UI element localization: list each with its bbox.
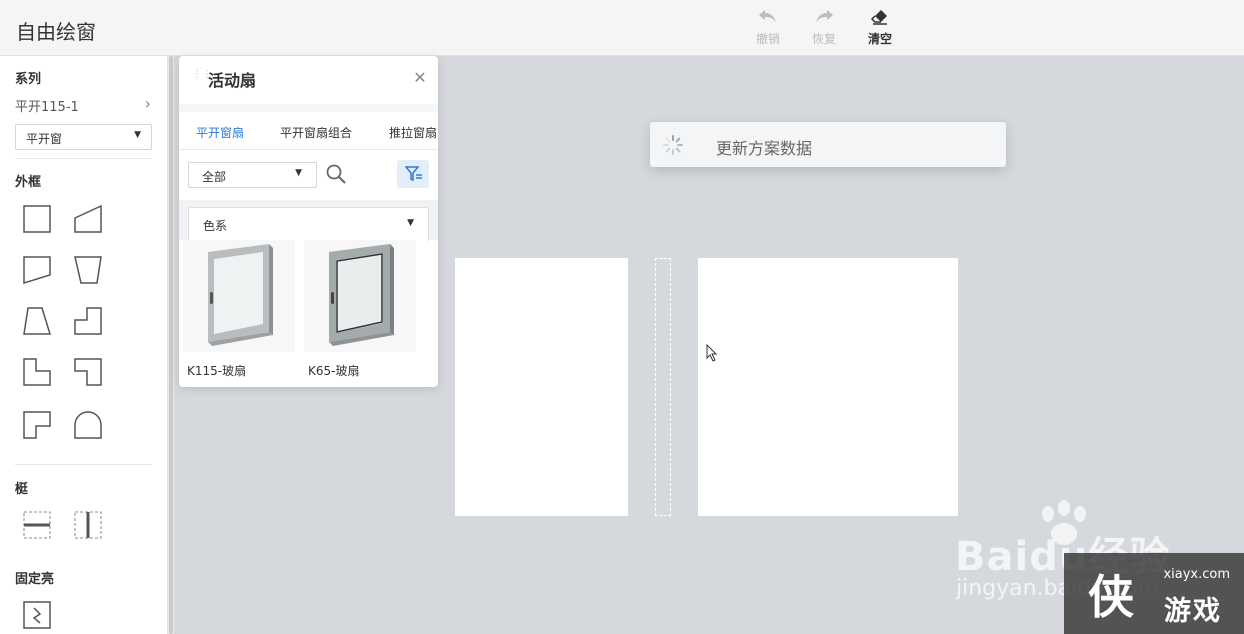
tab-sliding-sash[interactable]: 推拉窗扇 — [389, 124, 438, 141]
undo-label: 撤销 — [755, 32, 780, 46]
spinner-icon — [663, 135, 683, 155]
undo-button[interactable]: 撤销 — [746, 8, 790, 47]
slanted-bottom-shape-icon[interactable] — [22, 255, 52, 285]
series-selector[interactable]: 平开115-1 › — [15, 94, 151, 115]
eraser-icon — [858, 8, 902, 30]
vertical-mullion-icon[interactable] — [73, 510, 103, 540]
notched-right-shape-icon[interactable] — [73, 357, 103, 387]
mullion-placeholder[interactable] — [655, 258, 671, 516]
panel-tabs: 平开窗扇 平开窗扇组合 推拉窗扇 — [179, 112, 438, 150]
loading-toast: 更新方案数据 — [650, 122, 1006, 167]
active-sash-panel: ⋮⋮ 活动扇 ✕ 平开窗扇 平开窗扇组合 推拉窗扇 全部 ▼ 色系 ▼ K115… — [179, 56, 438, 387]
caret-down-icon: ▼ — [295, 168, 302, 178]
fixed-glass-icon[interactable] — [22, 600, 52, 630]
scrollbar-thumb[interactable] — [169, 56, 173, 634]
notched-top-left-shape-icon[interactable] — [22, 357, 52, 387]
left-sidebar: 系列 平开115-1 › 平开窗 ▼ 外框 梃 固定亮 — [0, 56, 168, 634]
undo-icon — [746, 8, 790, 30]
xiayx-domain: xiayx.com — [1163, 567, 1230, 582]
redo-button[interactable]: 恢复 — [802, 8, 846, 47]
xiayx-sub: 游戏 — [1164, 596, 1222, 627]
close-icon[interactable]: ✕ — [412, 70, 428, 86]
category-value: 全部 — [202, 170, 227, 184]
panel-header-separator — [179, 104, 438, 112]
mullion-title: 梃 — [15, 482, 29, 497]
caret-down-icon: ▼ — [407, 218, 414, 228]
product-card[interactable]: K65-玻扇 — [304, 240, 425, 379]
arch-shape-icon[interactable] — [73, 410, 103, 440]
sidebar-scrollbar[interactable] — [168, 56, 174, 634]
color-series-value: 色系 — [203, 219, 228, 233]
product-card[interactable]: K115-玻扇 — [183, 240, 304, 379]
outer-frame-title: 外框 — [15, 175, 42, 190]
xiayx-watermark: 侠 xiayx.com 游戏 — [1064, 553, 1244, 634]
drag-handle-icon[interactable]: ⋮⋮ — [192, 70, 212, 89]
tab-casement-sash-combo[interactable]: 平开窗扇组合 — [280, 124, 352, 141]
product-name: K65-玻扇 — [308, 364, 360, 378]
notched-top-right-shape-icon[interactable] — [73, 306, 103, 336]
window-pane-left[interactable] — [455, 258, 628, 516]
notched-bottom-right-shape-icon[interactable] — [22, 410, 52, 440]
trapezoid-shape-icon[interactable] — [73, 255, 103, 285]
mouse-cursor-icon — [706, 343, 718, 366]
top-bar: 自由绘窗 撤销 恢复 清空 — [0, 0, 1244, 56]
clear-button[interactable]: 清空 — [858, 8, 902, 47]
divider — [15, 158, 152, 159]
redo-icon — [802, 8, 846, 30]
filter-button[interactable] — [397, 160, 429, 188]
divider — [15, 464, 152, 465]
xiayx-logo-char: 侠 — [1088, 570, 1134, 624]
clear-label: 清空 — [867, 32, 892, 46]
horizontal-mullion-icon[interactable] — [22, 510, 52, 540]
panel-title: 活动扇 — [208, 71, 257, 90]
tab-casement-sash[interactable]: 平开窗扇 — [196, 124, 244, 141]
loading-text: 更新方案数据 — [716, 139, 813, 158]
chevron-right-icon: › — [144, 94, 151, 113]
funnel-icon — [405, 166, 422, 182]
window-pane-right[interactable] — [698, 258, 958, 516]
search-icon[interactable] — [325, 163, 347, 185]
sash-thumbnail — [183, 240, 295, 352]
caret-down-icon: ▼ — [134, 130, 141, 140]
series-title: 系列 — [15, 72, 42, 87]
series-value: 平开115-1 — [15, 100, 79, 115]
redo-label: 恢复 — [811, 32, 836, 46]
product-name: K115-玻扇 — [187, 364, 247, 378]
sash-thumbnail — [304, 240, 416, 352]
window-type-select[interactable]: 平开窗 ▼ — [15, 124, 152, 150]
fixed-light-title: 固定亮 — [15, 572, 55, 587]
trapezoid-left-shape-icon[interactable] — [22, 306, 52, 336]
slanted-top-shape-icon[interactable] — [73, 204, 103, 234]
window-type-value: 平开窗 — [26, 132, 63, 146]
app-title: 自由绘窗 — [16, 20, 96, 44]
square-shape-icon[interactable] — [22, 204, 52, 234]
category-select[interactable]: 全部 ▼ — [188, 162, 317, 188]
color-series-select[interactable]: 色系 ▼ — [188, 207, 429, 241]
